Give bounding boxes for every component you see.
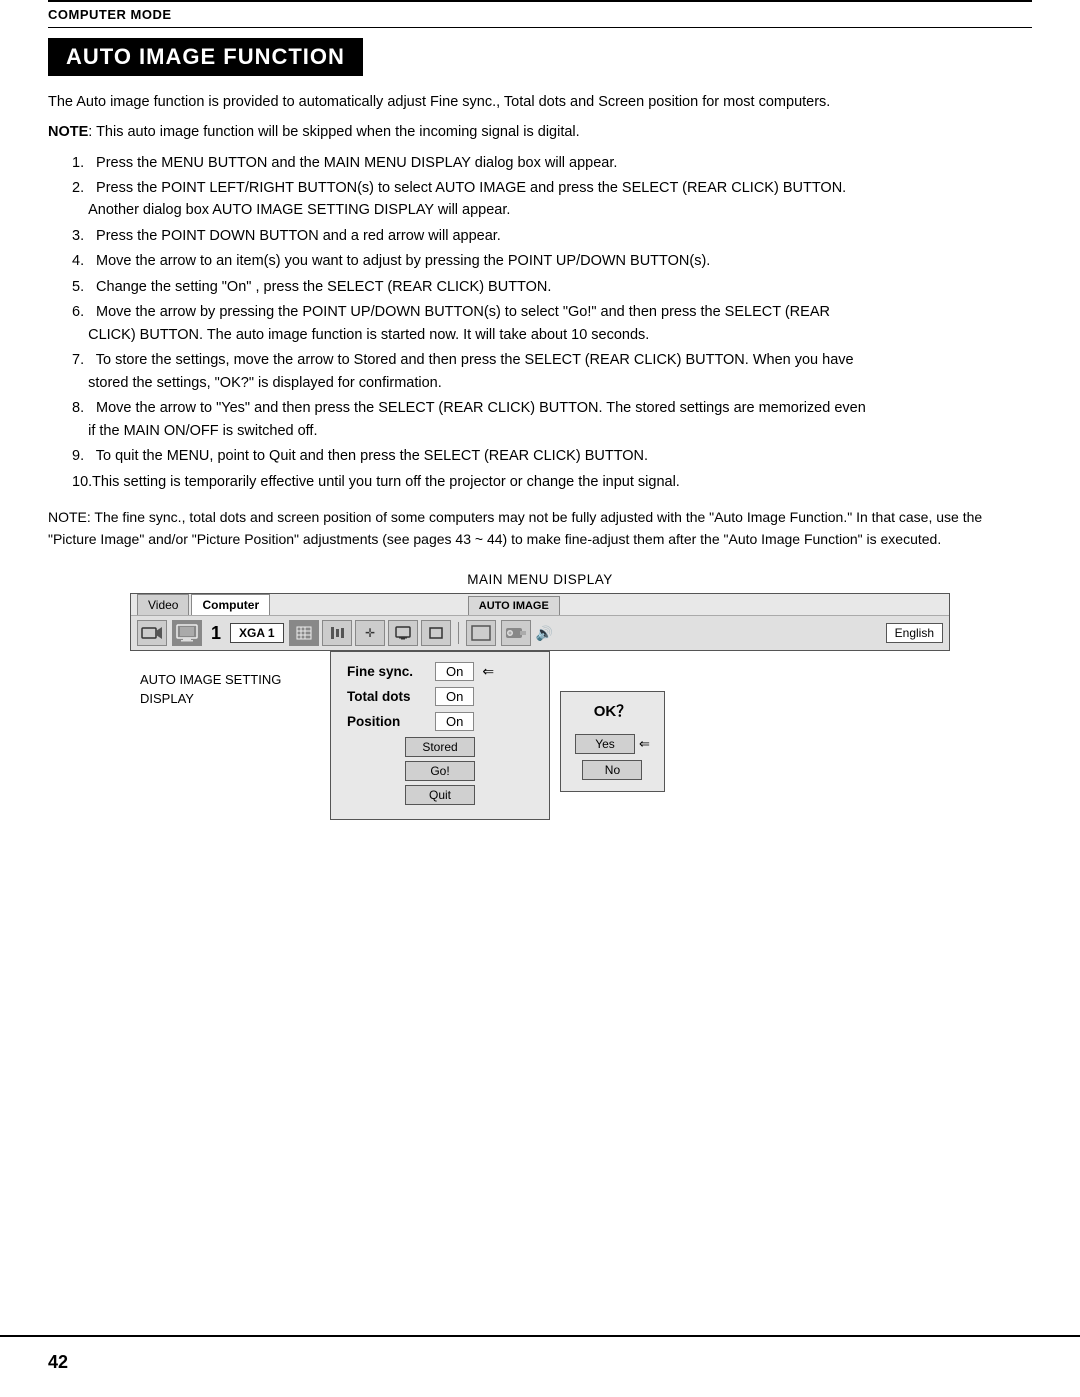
total-dots-value: On bbox=[435, 687, 474, 706]
list-item: 9. To quit the MENU, point to Quit and t… bbox=[68, 445, 1032, 467]
menu-icon-group: ✛ bbox=[289, 620, 451, 646]
svg-text:✛: ✛ bbox=[365, 626, 375, 640]
list-item: 5. Change the setting "On" , press the S… bbox=[68, 276, 1032, 298]
computer-icon bbox=[172, 620, 202, 646]
menu-bar-main: 1 XGA 1 bbox=[131, 616, 949, 650]
setting-area: AUTO IMAGE SETTINGDISPLAY Fine sync. On … bbox=[130, 651, 950, 820]
intro-line1: The Auto image function is provided to a… bbox=[48, 94, 830, 110]
page-number: 42 bbox=[48, 1352, 68, 1373]
screen-icon[interactable] bbox=[388, 620, 418, 646]
position-value: On bbox=[435, 712, 474, 731]
tab-auto-image[interactable]: AUTO IMAGE bbox=[468, 596, 560, 615]
ok-title: OK？ bbox=[594, 700, 632, 721]
stored-button[interactable]: Stored bbox=[405, 737, 475, 757]
setting-display-label: AUTO IMAGE SETTINGDISPLAY bbox=[140, 672, 281, 705]
xga-label: XGA 1 bbox=[230, 623, 284, 643]
menu-bar-wrapper: Video Computer AUTO IMAGE bbox=[130, 593, 950, 651]
list-item: 4. Move the arrow to an item(s) you want… bbox=[68, 250, 1032, 272]
go-button[interactable]: Go! bbox=[405, 761, 475, 781]
fine-sync-label: Fine sync. bbox=[347, 664, 427, 679]
english-label[interactable]: English bbox=[886, 623, 943, 643]
position-label: Position bbox=[347, 714, 427, 729]
list-item: 2. Press the POINT LEFT/RIGHT BUTTON(s) … bbox=[68, 177, 1032, 222]
fine-sync-row: Fine sync. On ⇐ bbox=[347, 662, 533, 681]
blank-screen-icon[interactable] bbox=[466, 620, 496, 646]
yes-button[interactable]: Yes bbox=[575, 734, 635, 754]
menu-number: 1 bbox=[211, 623, 221, 644]
setting-label-col: AUTO IMAGE SETTINGDISPLAY bbox=[130, 651, 330, 820]
grid-icon[interactable] bbox=[289, 620, 319, 646]
bars-icon[interactable] bbox=[322, 620, 352, 646]
projector-video-icon bbox=[137, 620, 167, 646]
page-title: AUTO IMAGE FUNCTION bbox=[66, 44, 345, 69]
ok-panel: OK？ Yes ⇐ No bbox=[560, 691, 665, 792]
total-dots-label: Total dots bbox=[347, 689, 427, 704]
fine-sync-arrow: ⇐ bbox=[482, 663, 494, 680]
separator1 bbox=[458, 622, 459, 644]
steps-list: 1. Press the MENU BUTTON and the MAIN ME… bbox=[68, 152, 1032, 494]
no-button[interactable]: No bbox=[582, 760, 642, 780]
list-item: 8. Move the arrow to "Yes" and then pres… bbox=[68, 397, 1032, 442]
projector-front-icon bbox=[501, 620, 531, 646]
note-text: : This auto image function will be skipp… bbox=[88, 124, 579, 140]
tab-video[interactable]: Video bbox=[137, 594, 189, 615]
sound-icon[interactable]: 🔊 bbox=[536, 625, 553, 642]
list-item: 3. Press the POINT DOWN BUTTON and a red… bbox=[68, 225, 1032, 247]
title-box: AUTO IMAGE FUNCTION bbox=[48, 38, 363, 76]
yes-button-row: Yes ⇐ bbox=[575, 731, 650, 757]
intro-note: NOTE: This auto image function will be s… bbox=[48, 122, 1032, 144]
total-dots-row: Total dots On bbox=[347, 687, 533, 706]
list-item: 10.This setting is temporarily effective… bbox=[68, 471, 1032, 493]
position-row: Position On bbox=[347, 712, 533, 731]
bottom-note: NOTE: The fine sync., total dots and scr… bbox=[48, 507, 1032, 550]
menu-bar-top: Video Computer AUTO IMAGE bbox=[131, 594, 949, 616]
section-header: COMPUTER MODE bbox=[48, 0, 1032, 28]
setting-buttons: Stored Go! Quit bbox=[347, 737, 533, 805]
bottom-border bbox=[0, 1335, 1080, 1337]
fine-sync-value: On bbox=[435, 662, 474, 681]
section-header-text: COMPUTER MODE bbox=[48, 7, 172, 22]
list-item: 1. Press the MENU BUTTON and the MAIN ME… bbox=[68, 152, 1032, 174]
quit-button[interactable]: Quit bbox=[405, 785, 475, 805]
list-item: 7. To store the settings, move the arrow… bbox=[68, 349, 1032, 394]
intro-text: The Auto image function is provided to a… bbox=[48, 92, 1032, 114]
list-item: 6. Move the arrow by pressing the POINT … bbox=[68, 301, 1032, 346]
note-bold: NOTE bbox=[48, 124, 88, 140]
rect-icon[interactable] bbox=[421, 620, 451, 646]
setting-panel: Fine sync. On ⇐ Total dots On Position O… bbox=[330, 651, 550, 820]
diagram-label: MAIN MENU DISPLAY bbox=[130, 572, 950, 587]
move-icon[interactable]: ✛ bbox=[355, 620, 385, 646]
diagram-section: MAIN MENU DISPLAY Video Computer AUTO IM… bbox=[48, 572, 1032, 820]
tab-computer[interactable]: Computer bbox=[191, 594, 270, 615]
yes-arrow: ⇐ bbox=[639, 736, 650, 752]
